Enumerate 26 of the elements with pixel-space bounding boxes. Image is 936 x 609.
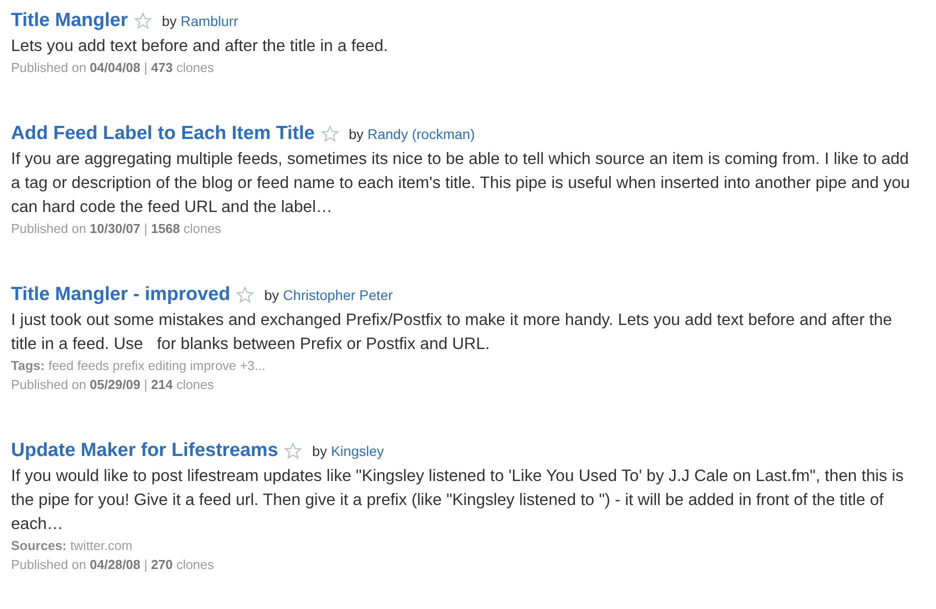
publish-info: Published on 04/04/08 | 473 clones <box>11 59 215 77</box>
publish-info: Published on 04/28/08 | 270 clones <box>11 556 215 574</box>
star-icon[interactable] <box>320 125 339 143</box>
author-link[interactable]: Kingsley <box>330 440 384 462</box>
publish-info: Published on 10/30/07 | 1568 clones <box>11 220 222 238</box>
author-link[interactable]: Christopher Peter <box>283 284 393 306</box>
pipe-description: If you are aggregating multiple feeds, sometimes its nice to be able to tell which source an item is coming from. I like to add a tag or description of the blog or feed name to each item's title. This pipe is useful when inserted into another pipe and you can hard code the feed URL and the label… <box>11 149 911 218</box>
star-icon[interactable] <box>134 12 152 30</box>
pipe-description: If you would like to post lifestream updates like "Kingsley listened to 'Like You Used To' by J.J Cale on Last.fm", then this is the pipe for you! Give it a feed url. Then give it a prefix (like "Kingsley listened to ") - it will be added in front of the title of each… <box>11 466 905 535</box>
pipe-description: Lets you add text before and after the title in a feed. <box>11 36 390 57</box>
sources-line: Sources: twitter.com <box>11 537 134 555</box>
author-link[interactable]: Randy (rockman) <box>368 124 475 144</box>
tags-line: Tags: feed feeds prefix editing improve +3... <box>11 357 266 375</box>
pipe-title-link[interactable]: Update Maker for Lifestreams <box>11 436 278 466</box>
by-label: by <box>312 442 327 461</box>
publish-info: Published on 05/29/09 | 214 clones <box>11 376 215 394</box>
pipe-title-link[interactable]: Title Mangler <box>11 6 128 36</box>
pipe-title-link[interactable]: Title Mangler - improved <box>11 280 230 310</box>
star-icon[interactable] <box>284 442 302 460</box>
pipe-title-link[interactable]: Add Feed Label to Each Item Title <box>11 120 315 148</box>
by-label: by <box>348 124 364 144</box>
pipe-description: I just took out some mistakes and exchanged Prefix/Postfix to make it more handy. Lets you add text before and after the title in a feed. Use for blanks between Prefix or Postfix and URL. <box>11 310 894 355</box>
star-icon[interactable] <box>236 286 254 304</box>
author-link[interactable]: Ramblurr <box>180 10 238 32</box>
by-label: by <box>264 286 280 305</box>
by-label: by <box>162 12 177 31</box>
